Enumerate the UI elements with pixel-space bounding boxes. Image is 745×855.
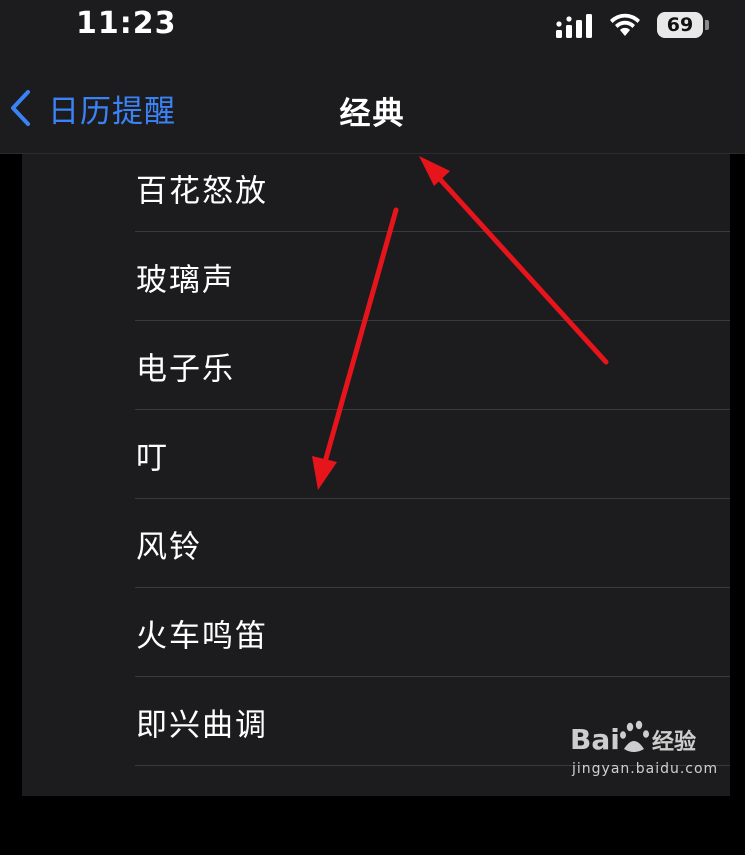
list-item[interactable]: 玻璃声 <box>22 232 730 321</box>
page-title: 经典 <box>339 96 406 132</box>
list-item-label: 风铃 <box>136 529 202 565</box>
list-item-label: 火车鸣笛 <box>136 618 268 654</box>
list-item-label: 即兴曲调 <box>136 707 268 743</box>
battery-icon: 69 <box>657 12 709 38</box>
list-item[interactable]: 风铃 <box>22 499 730 588</box>
wifi-icon <box>610 13 640 36</box>
list-item[interactable]: 火车鸣笛 <box>22 588 730 677</box>
list-item-label: 百花怒放 <box>136 173 268 209</box>
list-item[interactable]: 百花怒放 <box>22 143 730 232</box>
list-item-label: 玻璃声 <box>136 262 235 298</box>
cellular-signal-icon <box>556 14 592 38</box>
navigation-bar: 日历提醒 经典 <box>0 56 745 154</box>
battery-tip <box>705 20 709 30</box>
list-item[interactable]: 即兴曲调 <box>22 677 730 766</box>
list-item-label: 叮 <box>136 440 169 476</box>
status-bar: 11:23 69 <box>0 0 745 56</box>
list-item-label: 电子乐 <box>136 351 235 387</box>
battery-level: 69 <box>657 12 703 38</box>
list-item[interactable]: 叮 <box>22 410 730 499</box>
list-item[interactable]: 电子乐 <box>22 321 730 410</box>
list-item-partial[interactable] <box>22 766 730 855</box>
sound-list: 百花怒放 玻璃声 电子乐 叮 风铃 火车鸣笛 即兴曲调 <box>22 154 730 796</box>
status-time: 11:23 <box>76 6 177 41</box>
